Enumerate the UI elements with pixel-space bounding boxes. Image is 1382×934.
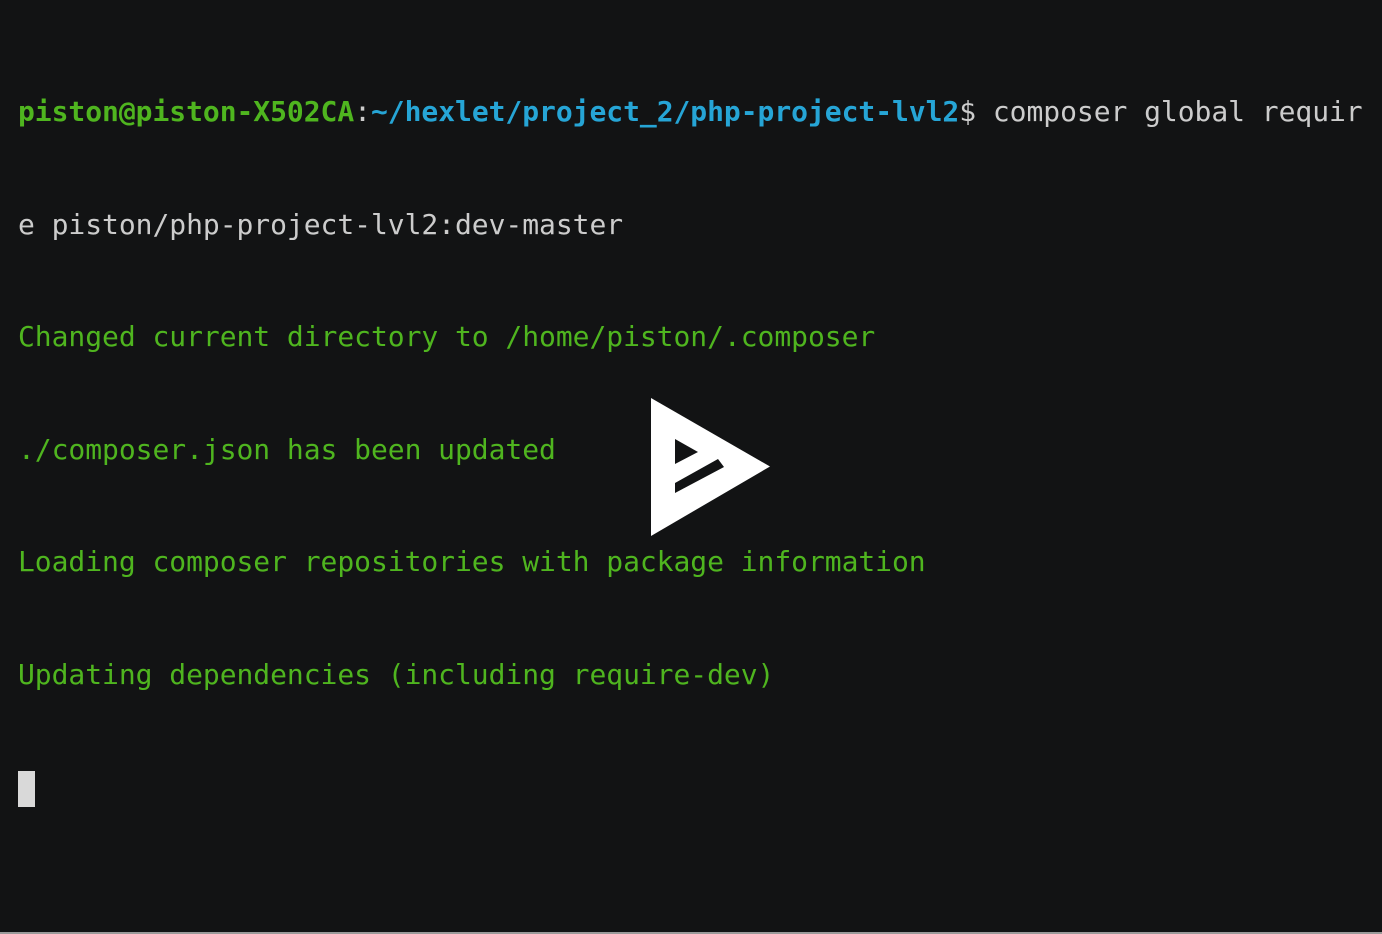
cursor-line: [18, 768, 1363, 807]
prompt-symbol: $: [959, 95, 977, 128]
prompt-path: ~/hexlet/project_2/php-project-lvl2: [370, 95, 960, 128]
prompt-separator: :: [354, 95, 371, 128]
command-text-continued: e piston/php-project-lvl2:dev-master: [18, 207, 624, 241]
prompt-line: piston@piston-X502CA:~/hexlet/project_2/…: [18, 93, 1363, 131]
output-line: Loading composer repositories with packa…: [18, 545, 926, 578]
terminal-cursor: [18, 771, 35, 807]
command-continuation-line: e piston/php-project-lvl2:dev-master: [18, 206, 1363, 244]
asciinema-play-icon: [651, 398, 770, 536]
output-line: Changed current directory to /home/pisto…: [18, 320, 876, 353]
output-line: Updating dependencies (including require…: [18, 657, 775, 691]
command-text: composer global requir: [976, 95, 1363, 128]
asciinema-player[interactable]: piston@piston-X502CA:~/hexlet/project_2/…: [0, 0, 1382, 934]
prompt-user-host: piston@piston-X502CA: [18, 95, 355, 128]
play-button[interactable]: [650, 397, 771, 537]
